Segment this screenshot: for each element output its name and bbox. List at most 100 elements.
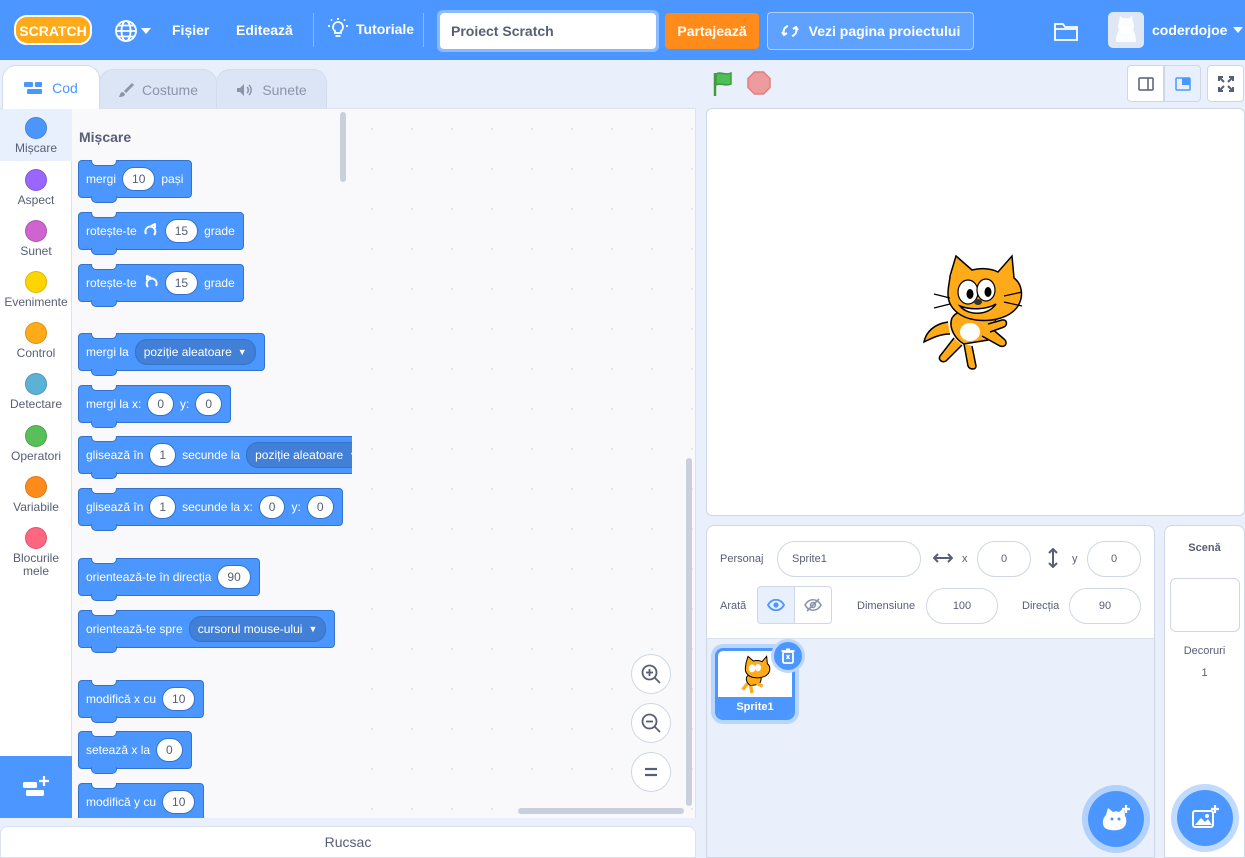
size-input[interactable]: 100: [926, 588, 998, 624]
scratch-logo[interactable]: SCRATCH: [14, 14, 92, 46]
category-dot: [25, 373, 47, 395]
cat-avatar-icon: [1116, 16, 1136, 42]
project-title-input[interactable]: [440, 13, 656, 49]
block-number-input[interactable]: 0: [306, 495, 334, 519]
speaker-icon: [237, 83, 253, 96]
category-variables[interactable]: Variabile: [0, 476, 72, 514]
account-menu[interactable]: coderdojoe: [1152, 22, 1244, 38]
block-point-in-direction[interactable]: orientează-te în direcția 90: [78, 558, 260, 601]
category-sound[interactable]: Sunet: [0, 220, 72, 258]
zoom-reset-button[interactable]: [631, 752, 671, 792]
share-button[interactable]: Partajează: [665, 13, 759, 49]
block-number-input[interactable]: 0: [195, 392, 223, 416]
block-number-input[interactable]: 10: [162, 687, 196, 711]
cat-sprite-icon: [741, 655, 771, 694]
project-title-wrapper: [437, 10, 659, 52]
block-go-to[interactable]: mergi la poziție aleatoare ▼: [78, 333, 265, 376]
dropdown-value: poziție aleatoare: [143, 345, 232, 359]
block-number-input[interactable]: 15: [164, 271, 199, 295]
green-flag-icon[interactable]: [711, 71, 737, 97]
category-looks[interactable]: Aspect: [0, 169, 72, 207]
vertical-arrows-icon: [1048, 548, 1058, 568]
category-control[interactable]: Control: [0, 322, 72, 360]
block-point-towards[interactable]: orientează-te spre cursorul mouse-ului ▼: [78, 610, 336, 653]
category-my-blocks[interactable]: Blocurile mele: [0, 527, 72, 578]
delete-sprite-button[interactable]: [771, 639, 805, 673]
stage-thumbnail[interactable]: [1170, 578, 1240, 632]
hide-sprite-button[interactable]: [794, 586, 832, 624]
zoom-out-button[interactable]: [631, 703, 671, 743]
menu-file[interactable]: Fișier: [172, 22, 209, 38]
category-label: Operatori: [10, 449, 62, 463]
direction-input[interactable]: 90: [1069, 588, 1141, 624]
stop-icon[interactable]: [747, 71, 771, 95]
sprite-cat-on-stage[interactable]: [920, 252, 1034, 372]
block-number-input[interactable]: 10: [162, 790, 196, 814]
tab-sounds[interactable]: Sunete: [216, 69, 327, 109]
my-stuff-folder-icon[interactable]: [1053, 20, 1079, 42]
block-dropdown[interactable]: cursorul mouse-ului ▼: [188, 616, 327, 642]
large-stage-icon: [1174, 76, 1191, 91]
add-sprite-button[interactable]: [1088, 791, 1144, 847]
block-number-input[interactable]: 90: [217, 565, 251, 589]
block-change-x[interactable]: modifică x cu 10: [78, 680, 205, 723]
avatar[interactable]: [1108, 12, 1144, 48]
small-stage-button[interactable]: [1127, 65, 1164, 102]
block-number-input[interactable]: 15: [164, 219, 199, 243]
script-area-horizontal-scrollbar[interactable]: [518, 808, 684, 814]
palette-scrollbar[interactable]: [340, 112, 346, 182]
zoom-in-button[interactable]: [631, 654, 671, 694]
block-glide-xy[interactable]: glisează în 1 secunde la x: 0 y: 0: [78, 488, 343, 531]
block-number-input[interactable]: 0: [156, 738, 183, 762]
block-text: orientează-te în direcția: [86, 570, 212, 584]
stage[interactable]: [706, 108, 1245, 516]
x-label: x: [962, 553, 968, 565]
add-extension-icon: [23, 776, 49, 796]
category-label: Evenimente: [4, 295, 68, 309]
category-operators[interactable]: Operatori: [0, 425, 72, 463]
paintbrush-icon: [118, 82, 134, 97]
direction-label: Direcția: [1022, 600, 1060, 612]
block-turn-right[interactable]: rotește-te 15 grade: [78, 212, 244, 255]
tab-sounds-label: Sunete: [262, 81, 307, 98]
large-stage-button[interactable]: [1164, 65, 1201, 102]
block-number-input[interactable]: 0: [258, 495, 286, 519]
block-go-to-xy[interactable]: mergi la x: 0 y: 0: [78, 385, 232, 428]
category-label: Control: [16, 346, 56, 360]
block-turn-left[interactable]: rotește-te 15 grade: [78, 264, 244, 307]
sprite-name-input[interactable]: Sprite1: [777, 541, 921, 577]
tab-costumes[interactable]: Costume: [99, 69, 217, 109]
zoom-in-icon: [641, 664, 661, 684]
block-glide[interactable]: glisează în 1 secunde la poziție aleatoa…: [78, 436, 352, 479]
y-input[interactable]: 0: [1087, 541, 1141, 577]
palette-heading: Mișcare: [79, 129, 132, 145]
block-number-input[interactable]: 1: [149, 495, 177, 519]
show-sprite-button[interactable]: [757, 586, 795, 624]
language-menu[interactable]: [114, 18, 156, 44]
backpack[interactable]: Rucsac: [0, 826, 696, 858]
menu-edit[interactable]: Editează: [236, 22, 293, 38]
block-set-x[interactable]: setează x la 0: [78, 731, 192, 774]
block-move-steps[interactable]: mergi 10 pași: [78, 160, 193, 203]
eye-slash-icon: [804, 598, 822, 612]
add-extension-button[interactable]: [0, 756, 72, 818]
fullscreen-button[interactable]: [1207, 65, 1244, 102]
block-number-input[interactable]: 1: [149, 443, 177, 467]
block-number-input[interactable]: 10: [122, 167, 156, 191]
see-project-page-button[interactable]: Vezi pagina proiectului: [767, 12, 974, 50]
x-input[interactable]: 0: [977, 541, 1031, 577]
category-motion[interactable]: Mișcare: [0, 109, 72, 161]
category-dot: [25, 220, 47, 242]
tutorials-button[interactable]: Tutoriale: [328, 18, 414, 40]
tab-code[interactable]: Cod: [2, 65, 100, 109]
script-area-vertical-scrollbar[interactable]: [686, 458, 692, 806]
add-backdrop-button[interactable]: [1177, 790, 1233, 846]
zoom-out-icon: [641, 713, 661, 733]
block-dropdown[interactable]: poziție aleatoare ▼: [246, 442, 352, 468]
block-change-y[interactable]: modifică y cu 10: [78, 783, 205, 818]
category-sensing[interactable]: Detectare: [0, 373, 72, 411]
category-events[interactable]: Evenimente: [0, 271, 72, 309]
block-dropdown[interactable]: poziție aleatoare ▼: [134, 339, 256, 365]
tab-code-label: Cod: [52, 79, 78, 96]
block-number-input[interactable]: 0: [147, 392, 175, 416]
